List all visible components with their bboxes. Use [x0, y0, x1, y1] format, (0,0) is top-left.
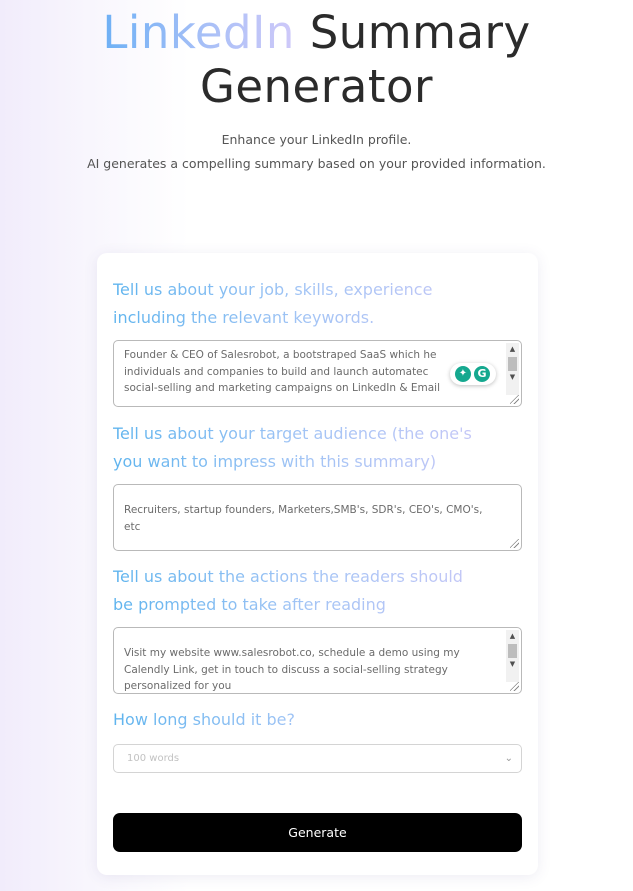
job-skills-scrollbar[interactable]: ▲ ▼: [506, 343, 519, 395]
target-audience-textarea[interactable]: Recruiters, startup founders, Marketers,…: [113, 484, 522, 551]
title-highlight: LinkedIn: [102, 6, 295, 59]
resize-handle-icon[interactable]: [510, 539, 519, 548]
subtitle-line2: AI generates a compelling summary based …: [87, 156, 546, 171]
resize-handle-icon[interactable]: [510, 682, 519, 691]
title-rest: Summary: [309, 6, 531, 59]
reader-actions-textarea[interactable]: Visit my website www.salesrobot.co, sche…: [113, 627, 522, 694]
job-skills-label-line1: Tell us about your job, skills, experien…: [113, 280, 433, 299]
reader-actions-line: Calendly Link, get in touch to discuss a…: [124, 663, 448, 676]
reader-actions-line: personalized for you: [124, 680, 232, 692]
reader-actions-label: Tell us about the actions the readers sh…: [113, 563, 533, 619]
scroll-thumb[interactable]: [508, 357, 517, 371]
lightbulb-icon[interactable]: ✦: [455, 366, 471, 382]
length-select[interactable]: 100 words ⌄: [113, 744, 522, 773]
scroll-thumb[interactable]: [508, 644, 517, 658]
reader-actions-text: Visit my website www.salesrobot.co, sche…: [114, 628, 521, 693]
target-audience-label-line2: you want to impress with this summary): [113, 452, 437, 471]
job-skills-label-line2: including the relevant keywords.: [113, 308, 375, 327]
scroll-down-arrow-icon[interactable]: ▼: [506, 371, 519, 383]
target-audience-text: Recruiters, startup founders, Marketers,…: [124, 504, 483, 533]
job-skills-line: Founder & CEO of Salesrobot, a bootstrap…: [124, 349, 437, 361]
job-skills-line: individuals and companies to build and l…: [124, 365, 429, 378]
scroll-down-arrow-icon[interactable]: ▼: [506, 658, 519, 670]
grammarly-widget[interactable]: ✦ G: [450, 363, 496, 385]
reader-actions-scrollbar[interactable]: ▲ ▼: [506, 630, 519, 682]
page: LinkedIn Summary Generator Enhance your …: [0, 0, 633, 891]
generate-button[interactable]: Generate: [113, 813, 522, 852]
length-label: How long should it be?: [113, 706, 533, 734]
length-select-value: 100 words: [127, 753, 180, 764]
reader-actions-label-line2: be prompted to take after reading: [113, 595, 386, 614]
grammarly-icon[interactable]: G: [474, 366, 490, 382]
resize-handle-icon[interactable]: [510, 395, 519, 404]
job-skills-line: social-selling and marketing campaigns o…: [124, 382, 440, 394]
job-skills-textarea[interactable]: Founder & CEO of Salesrobot, a bootstrap…: [113, 340, 522, 407]
subtitle-line1: Enhance your LinkedIn profile.: [221, 132, 412, 147]
page-title: LinkedIn Summary Generator: [0, 6, 633, 114]
generator-form-card: Tell us about your job, skills, experien…: [97, 253, 538, 875]
scroll-up-arrow-icon[interactable]: ▲: [506, 630, 519, 642]
scroll-up-arrow-icon[interactable]: ▲: [506, 343, 519, 355]
title-line2: Generator: [199, 60, 433, 113]
reader-actions-line: Visit my website www.salesrobot.co, sche…: [124, 647, 460, 659]
chevron-down-icon: ⌄: [504, 753, 513, 764]
job-skills-label: Tell us about your job, skills, experien…: [113, 276, 533, 332]
reader-actions-label-line1: Tell us about the actions the readers sh…: [113, 567, 463, 586]
target-audience-label: Tell us about your target audience (the …: [113, 420, 533, 476]
page-subtitle: Enhance your LinkedIn profile. AI genera…: [0, 128, 633, 176]
target-audience-label-line1: Tell us about your target audience (the …: [113, 424, 472, 443]
